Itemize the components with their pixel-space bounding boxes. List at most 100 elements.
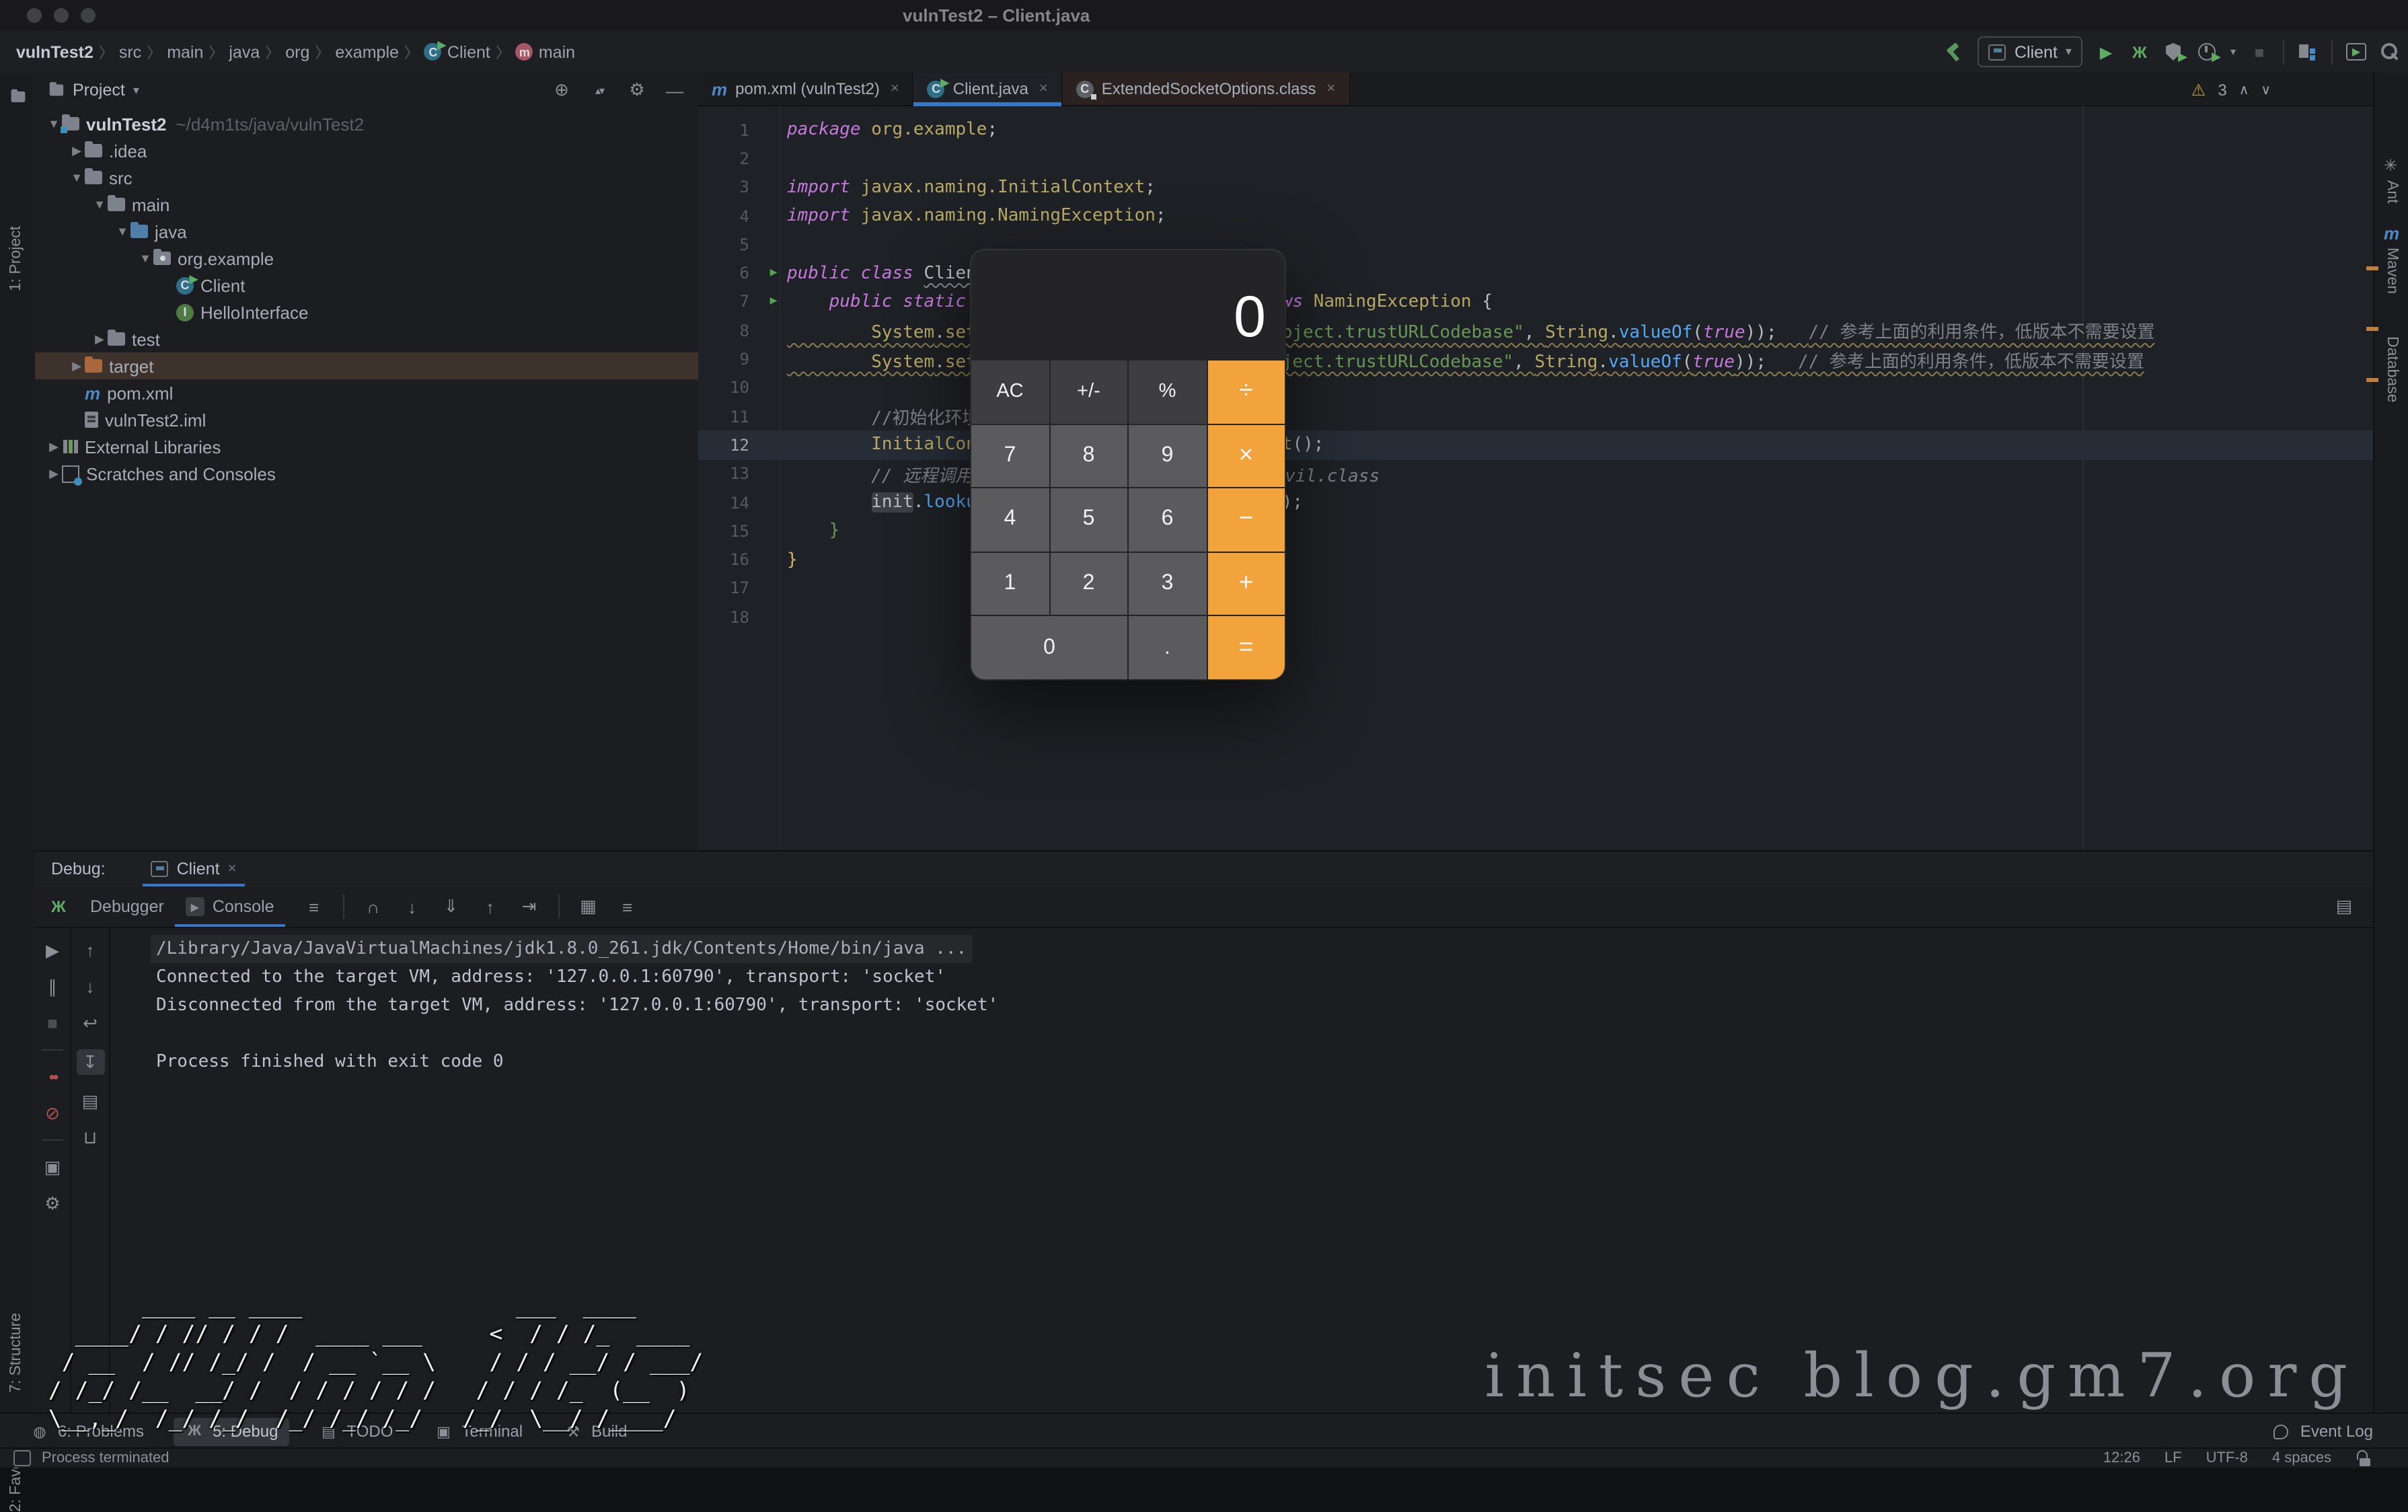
debug-session-tab[interactable]: Client ×: [151, 852, 237, 886]
calc-button-AC[interactable]: AC: [971, 361, 1049, 423]
tree-item-src[interactable]: ▼src: [35, 164, 698, 191]
force-step-into-icon[interactable]: ⇓: [441, 897, 461, 917]
tree-item-test[interactable]: ▶test: [35, 326, 698, 352]
stop-icon[interactable]: ■: [42, 1013, 63, 1033]
calc-button-.[interactable]: .: [1129, 617, 1206, 679]
collapse-all-icon[interactable]: ▴▾: [589, 80, 609, 100]
calc-button-8[interactable]: 8: [1050, 424, 1127, 487]
close-icon[interactable]: ×: [891, 81, 899, 97]
code-line-4[interactable]: 4import javax.naming.NamingException;: [698, 202, 2373, 231]
calc-button-9[interactable]: 9: [1129, 424, 1206, 487]
terminal-icon[interactable]: ▶: [2346, 43, 2366, 61]
code-line-2[interactable]: 2: [698, 145, 2373, 174]
event-log-button[interactable]: Event Log: [2271, 1414, 2373, 1449]
chevron-right-icon[interactable]: ▶: [69, 143, 85, 158]
settings-gear-icon[interactable]: ⚙: [42, 1193, 63, 1213]
zoom-window-icon[interactable]: [81, 8, 96, 23]
inspection-widget[interactable]: ⚠ 3 ∧ ∨: [2191, 81, 2271, 100]
error-stripe-mark[interactable]: [2366, 266, 2378, 270]
layout-settings-icon[interactable]: ▤: [2334, 897, 2354, 917]
up-stack-icon[interactable]: ↑: [80, 940, 100, 960]
tree-item-target[interactable]: ▶target: [35, 352, 698, 379]
debug-tab-debugger[interactable]: Debugger: [79, 886, 175, 927]
code-editor[interactable]: 1package org.example;23import javax.nami…: [698, 105, 2373, 849]
code-line-15[interactable]: 15 }: [698, 517, 2373, 545]
tool-stripe-structure[interactable]: 7: Structure: [8, 1313, 24, 1393]
down-stack-icon[interactable]: ↓: [80, 977, 100, 997]
editor-area[interactable]: mpom.xml (vulnTest2)×CClient.java×CExten…: [698, 73, 2373, 850]
breadcrumb-item[interactable]: java: [229, 42, 260, 61]
settings-gear-icon[interactable]: ⚙: [627, 80, 647, 100]
code-line-13[interactable]: 13 // 远程调用，会调用http://127.0.0.1:8888/Evil…: [698, 459, 2373, 488]
code-line-17[interactable]: 17: [698, 574, 2373, 603]
chevron-right-icon[interactable]: ▶: [91, 332, 108, 346]
code-line-3[interactable]: 3import javax.naming.InitialContext;: [698, 173, 2373, 202]
calc-button-6[interactable]: 6: [1129, 488, 1206, 551]
close-window-icon[interactable]: [27, 8, 42, 23]
unlock-icon[interactable]: [2356, 1448, 2376, 1468]
code-line-7[interactable]: 7▶ public static void main(String[] args…: [698, 288, 2373, 317]
tool-windows-icon[interactable]: [13, 1450, 31, 1466]
chevron-down-icon[interactable]: ▾: [2230, 46, 2236, 58]
run-to-cursor-icon[interactable]: ⇥: [519, 897, 539, 917]
encoding-indicator[interactable]: UTF-8: [2206, 1450, 2248, 1466]
indent-indicator[interactable]: 4 spaces: [2272, 1450, 2331, 1466]
profiler-icon[interactable]: ▶: [2197, 42, 2217, 62]
error-stripe-mark[interactable]: [2366, 327, 2378, 331]
calc-close-icon[interactable]: [990, 262, 1005, 277]
chevron-down-icon[interactable]: ▼: [137, 252, 153, 265]
chevron-down-icon[interactable]: ▼: [114, 225, 130, 238]
tree-item-external-libraries[interactable]: ▶External Libraries: [35, 433, 698, 460]
breadcrumb-item[interactable]: vulnTest2: [16, 42, 93, 61]
calc-button-5[interactable]: 5: [1050, 488, 1127, 551]
tool-stripe-project[interactable]: 1: Project: [8, 226, 24, 291]
code-line-1[interactable]: 1package org.example;: [698, 116, 2373, 145]
tree-item-hellointerface[interactable]: IHelloInterface: [35, 299, 698, 326]
tree-item--idea[interactable]: ▶.idea: [35, 137, 698, 164]
line-ending-indicator[interactable]: LF: [2165, 1450, 2182, 1466]
calc-button-−[interactable]: −: [1207, 488, 1285, 551]
breadcrumb-item[interactable]: example: [335, 42, 399, 61]
locate-icon[interactable]: ⊕: [552, 80, 572, 100]
view-breakpoints-icon[interactable]: ●●: [42, 1067, 63, 1087]
run-line-icon[interactable]: ▶: [760, 266, 787, 280]
build-hammer-icon[interactable]: [1945, 42, 1965, 62]
code-line-6[interactable]: 6▶public class Client {: [698, 259, 2373, 288]
calc-button-%[interactable]: %: [1129, 361, 1206, 423]
breadcrumb-item[interactable]: mmain: [516, 42, 575, 61]
calc-minimize-icon[interactable]: [1016, 262, 1030, 277]
tool-stripe-ant[interactable]: Ant: [2384, 180, 2400, 204]
resume-icon[interactable]: ▶: [42, 940, 63, 960]
chevron-down-icon[interactable]: ▼: [69, 171, 85, 184]
soft-wrap-icon[interactable]: ↩: [80, 1013, 100, 1033]
tool-stripe-maven[interactable]: Maven: [2384, 248, 2400, 294]
chevron-right-icon[interactable]: ▶: [69, 358, 85, 373]
minimize-window-icon[interactable]: [54, 8, 69, 23]
code-line-12[interactable]: 12 InitialContext init = new InitialCont…: [698, 431, 2373, 460]
tree-item-vulntest2[interactable]: ▼vulnTest2~/d4m1ts/java/vulnTest2: [35, 110, 698, 137]
sort-lines-icon[interactable]: ≡: [304, 897, 324, 917]
breadcrumb-item[interactable]: CClient: [424, 42, 490, 61]
layout-settings-icon[interactable]: ≡: [617, 897, 638, 917]
error-stripe-mark[interactable]: [2366, 378, 2378, 382]
calc-button-0[interactable]: 0: [971, 617, 1127, 679]
code-line-5[interactable]: 5: [698, 230, 2373, 259]
calc-button-4[interactable]: 4: [971, 488, 1049, 551]
coverage-icon[interactable]: ▶: [2163, 42, 2183, 62]
tree-item-main[interactable]: ▼main: [35, 191, 698, 218]
calc-button-1[interactable]: 1: [971, 553, 1049, 615]
hide-panel-icon[interactable]: —: [665, 80, 685, 100]
evaluate-expression-icon[interactable]: ▦: [578, 897, 599, 917]
breadcrumb-item[interactable]: main: [167, 42, 203, 61]
run-icon[interactable]: ▶: [2096, 42, 2116, 62]
calc-button-3[interactable]: 3: [1129, 553, 1206, 615]
run-line-icon[interactable]: ▶: [760, 295, 787, 309]
step-over-icon[interactable]: ∩: [363, 897, 383, 917]
code-line-16[interactable]: 16}: [698, 545, 2373, 574]
calc-button-+[interactable]: +: [1207, 553, 1285, 615]
tool-stripe-database[interactable]: Database: [2384, 336, 2400, 402]
scroll-to-end-icon[interactable]: ↧: [76, 1049, 104, 1075]
calc-button-×[interactable]: ×: [1207, 424, 1285, 487]
code-line-11[interactable]: 11 //初始化环境变量: [698, 402, 2373, 431]
run-config-selector[interactable]: Client ▾: [1978, 36, 2082, 67]
